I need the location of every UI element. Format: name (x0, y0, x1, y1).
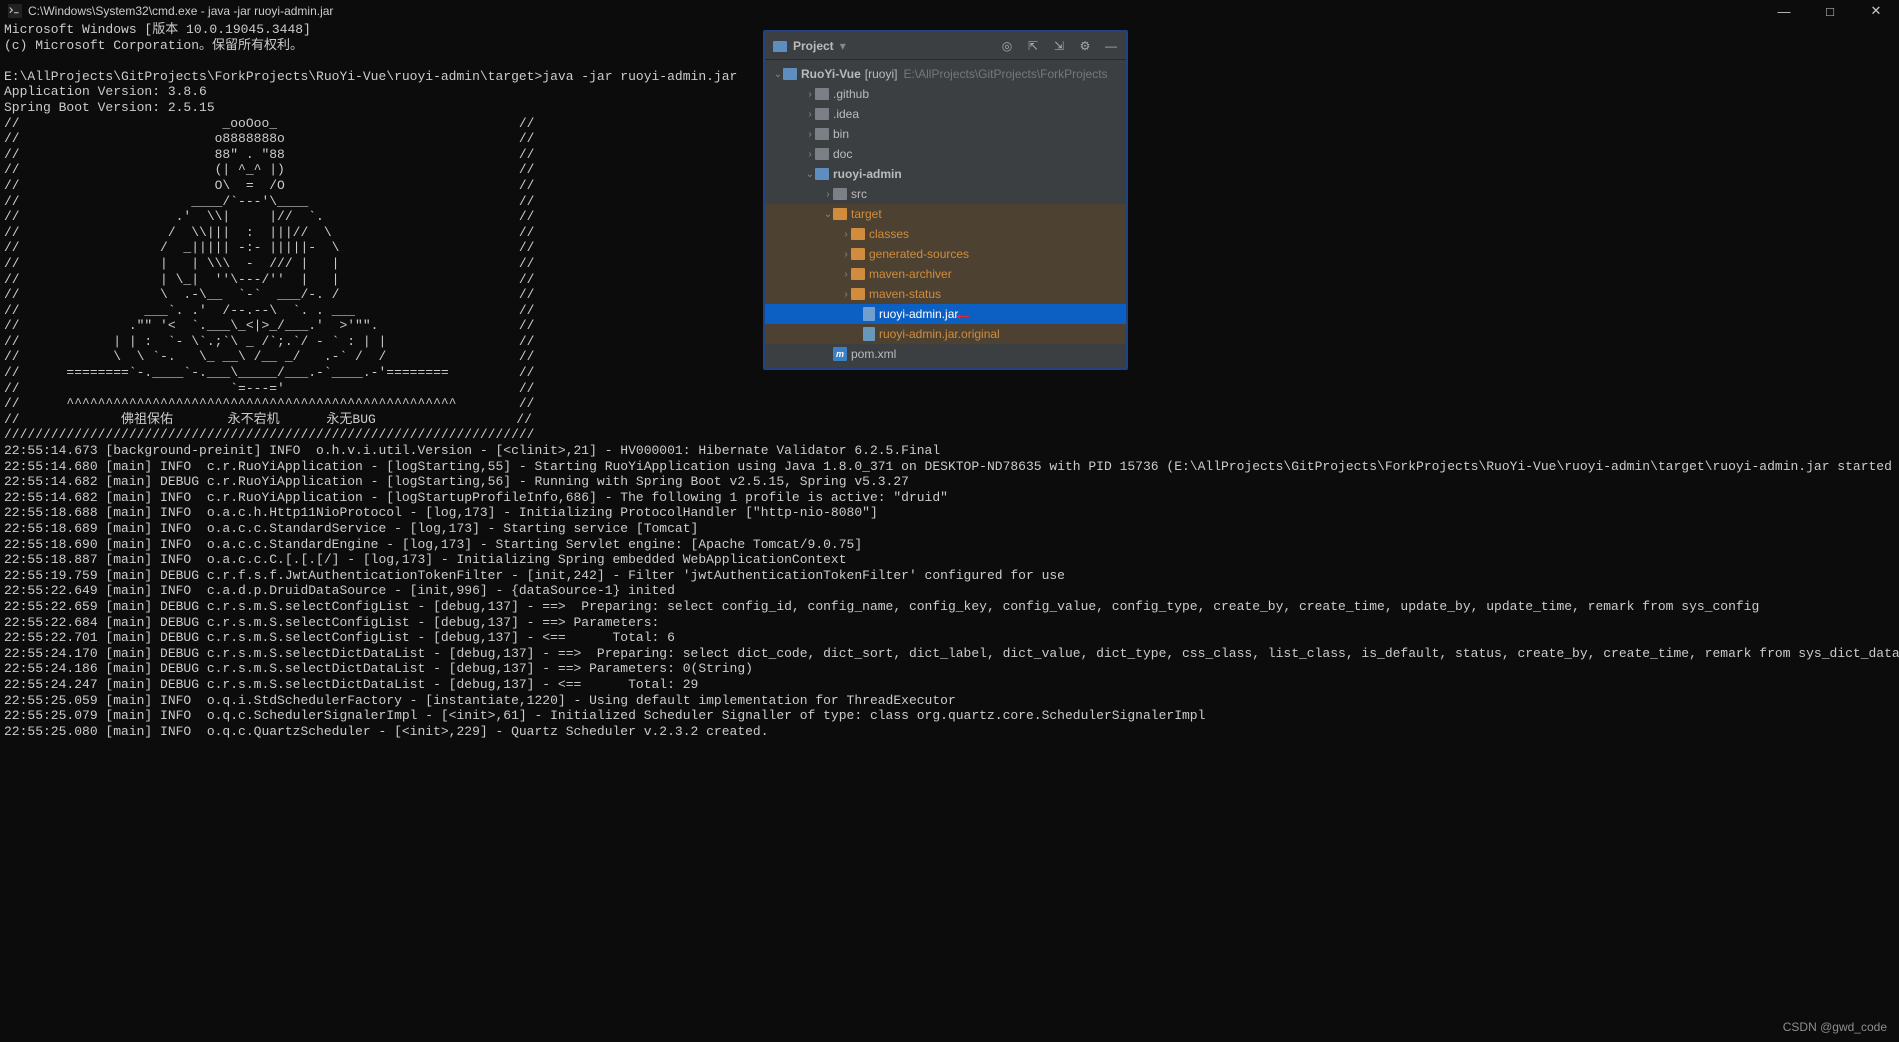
annotation-arrow: ← (953, 303, 973, 326)
pom-icon: m (833, 347, 847, 361)
tree-item-maven-status[interactable]: › maven-status (765, 284, 1126, 304)
folder-icon (815, 108, 829, 120)
tree-root-path: E:\AllProjects\GitProjects\ForkProjects (903, 67, 1107, 81)
project-icon (773, 39, 787, 53)
tree-item-label: bin (833, 127, 849, 141)
tree-item--github[interactable]: › .github (765, 84, 1126, 104)
chevron-down-icon[interactable]: ▾ (840, 39, 846, 53)
tree-item-ruoyi-admin-jar[interactable]: ruoyi-admin.jar (765, 304, 1126, 324)
project-tree: ⌄ RuoYi-Vue [ruoyi] E:\AllProjects\GitPr… (765, 60, 1126, 368)
tree-item-generated-sources[interactable]: › generated-sources (765, 244, 1126, 264)
chevron-icon: › (805, 129, 815, 140)
tree-item-label: target (851, 207, 882, 221)
chevron-icon: › (841, 229, 851, 240)
hide-icon[interactable]: — (1104, 39, 1118, 53)
chevron-icon: ⌄ (823, 209, 833, 220)
tree-item-label: src (851, 187, 867, 201)
ide-project-panel: Project ▾ ◎ ⇱ ⇲ ⚙ — ⌄ RuoYi-Vue [ruoyi] … (763, 30, 1128, 370)
module-icon (815, 168, 829, 180)
maximize-button[interactable]: □ (1807, 0, 1853, 22)
tree-item-label: maven-status (869, 287, 941, 301)
ide-panel-header: Project ▾ ◎ ⇱ ⇲ ⚙ — (765, 32, 1126, 60)
tree-item-label: doc (833, 147, 852, 161)
tree-item-target[interactable]: ⌄ target (765, 204, 1126, 224)
tree-item-src[interactable]: › src (765, 184, 1126, 204)
tree-item-label: pom.xml (851, 347, 896, 361)
window-title: C:\Windows\System32\cmd.exe - java -jar … (28, 4, 333, 18)
tree-root[interactable]: ⌄ RuoYi-Vue [ruoyi] E:\AllProjects\GitPr… (765, 64, 1126, 84)
chevron-icon: › (805, 89, 815, 100)
chevron-icon: › (805, 149, 815, 160)
target-icon[interactable]: ◎ (1000, 39, 1014, 53)
chevron-icon: › (805, 109, 815, 120)
file-icon (863, 327, 875, 341)
gear-icon[interactable]: ⚙ (1078, 39, 1092, 53)
tree-item-label: maven-archiver (869, 267, 952, 281)
folder-icon (815, 148, 829, 160)
tree-item-ruoyi-admin[interactable]: ⌄ ruoyi-admin (765, 164, 1126, 184)
minimize-button[interactable]: — (1761, 0, 1807, 22)
close-button[interactable]: ✕ (1853, 0, 1899, 22)
tree-item-label: .github (833, 87, 869, 101)
folder-icon (851, 268, 865, 280)
folder-icon (851, 288, 865, 300)
watermark: CSDN @gwd_code (1783, 1020, 1887, 1034)
ide-panel-title: Project (793, 39, 834, 53)
tree-item-label: .idea (833, 107, 859, 121)
chevron-icon: › (841, 249, 851, 260)
chevron-icon: › (841, 269, 851, 280)
tree-item-label: generated-sources (869, 247, 969, 261)
expand-icon[interactable]: ⇲ (1052, 39, 1066, 53)
folder-icon (833, 188, 847, 200)
folder-icon (815, 88, 829, 100)
folder-icon (833, 208, 847, 220)
tree-item-label: ruoyi-admin.jar (879, 307, 958, 321)
tree-item-ruoyi-admin-jar-original[interactable]: ruoyi-admin.jar.original (765, 324, 1126, 344)
chevron-icon: › (841, 289, 851, 300)
tree-item-doc[interactable]: › doc (765, 144, 1126, 164)
chevron-icon: ⌄ (805, 169, 815, 180)
window-controls: — □ ✕ (1761, 0, 1899, 22)
folder-icon (815, 128, 829, 140)
tree-root-name: RuoYi-Vue (801, 67, 861, 81)
tree-item-bin[interactable]: › bin (765, 124, 1126, 144)
tree-item-label: classes (869, 227, 909, 241)
module-icon (783, 68, 797, 80)
tree-item-pom-xml[interactable]: m pom.xml (765, 344, 1126, 364)
collapse-icon[interactable]: ⇱ (1026, 39, 1040, 53)
tree-item-maven-archiver[interactable]: › maven-archiver (765, 264, 1126, 284)
tree-root-suffix: [ruoyi] (865, 67, 898, 81)
folder-icon (851, 228, 865, 240)
jar-icon (863, 307, 875, 321)
tree-item-label: ruoyi-admin.jar.original (879, 327, 1000, 341)
window-titlebar: C:\Windows\System32\cmd.exe - java -jar … (0, 0, 1899, 22)
chevron-down-icon: ⌄ (773, 69, 783, 80)
tree-item-classes[interactable]: › classes (765, 224, 1126, 244)
tree-item-label: ruoyi-admin (833, 167, 902, 181)
chevron-icon: › (823, 189, 833, 200)
tree-item--idea[interactable]: › .idea (765, 104, 1126, 124)
cmd-icon (8, 4, 22, 18)
folder-icon (851, 248, 865, 260)
